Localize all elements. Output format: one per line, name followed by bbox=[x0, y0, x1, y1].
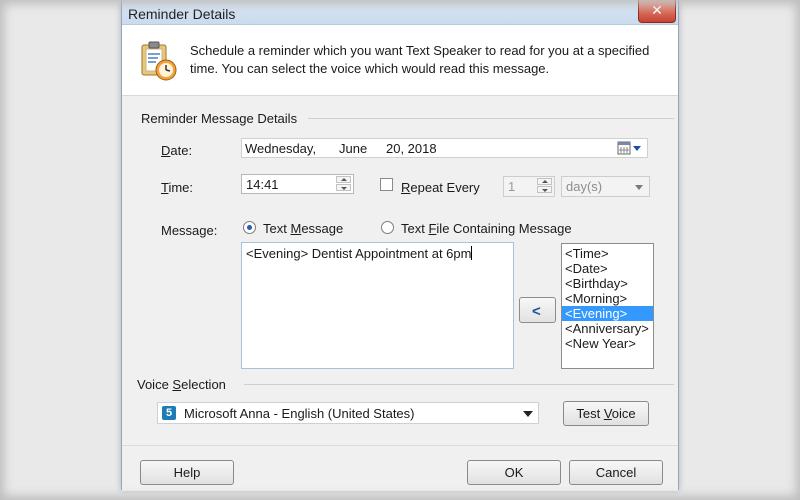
time-spin-up-icon[interactable] bbox=[336, 176, 351, 183]
chevron-down-icon bbox=[635, 185, 643, 190]
date-picker[interactable]: Wednesday, June 20, 2018 bbox=[241, 138, 648, 158]
calendar-dropdown-icon[interactable] bbox=[617, 141, 643, 155]
close-button[interactable]: ✕ bbox=[638, 0, 676, 23]
date-day[interactable]: 20, 2018 bbox=[386, 141, 437, 156]
repeat-every-label[interactable]: Repeat Every bbox=[401, 180, 480, 195]
chevron-left-icon: < bbox=[532, 303, 541, 320]
cancel-button[interactable]: Cancel bbox=[569, 460, 663, 485]
time-spinner[interactable] bbox=[336, 176, 352, 192]
message-text[interactable]: <Evening> Dentist Appointment at 6pm bbox=[246, 246, 471, 261]
date-weekday[interactable]: Wednesday, bbox=[245, 141, 316, 156]
repeat-every-checkbox[interactable] bbox=[380, 178, 393, 191]
ok-button[interactable]: OK bbox=[467, 460, 561, 485]
dialog-footer: Help OK Cancel bbox=[122, 445, 678, 491]
voice-section-label: Voice Selection bbox=[137, 377, 226, 392]
repeat-unit-value: day(s) bbox=[566, 179, 603, 194]
message-label: Message: bbox=[161, 223, 218, 238]
tag-list-item[interactable]: <Anniversary> bbox=[562, 321, 653, 336]
tag-list[interactable]: <Time> <Date> <Birthday> <Morning> <Even… bbox=[561, 243, 654, 369]
time-spin-down-icon[interactable] bbox=[336, 184, 351, 191]
clipboard-clock-icon bbox=[141, 41, 177, 81]
repeat-spin-up-icon[interactable] bbox=[537, 178, 552, 185]
time-value[interactable]: 14:41 bbox=[246, 177, 279, 192]
tag-list-item[interactable]: <New Year> bbox=[562, 336, 653, 351]
text-file-radio[interactable] bbox=[381, 221, 394, 234]
message-textarea[interactable]: <Evening> Dentist Appointment at 6pm bbox=[241, 242, 514, 369]
selected-voice: Microsoft Anna - English (United States) bbox=[184, 406, 415, 421]
help-button[interactable]: Help bbox=[140, 460, 234, 485]
repeat-unit-select[interactable]: day(s) bbox=[561, 176, 650, 197]
close-icon: ✕ bbox=[651, 2, 663, 18]
window-title: Reminder Details bbox=[128, 6, 236, 22]
tag-list-item[interactable]: <Birthday> bbox=[562, 276, 653, 291]
text-file-radio-label[interactable]: Text File Containing Message bbox=[401, 221, 572, 236]
time-label: Time: bbox=[161, 180, 194, 195]
dialog-header: Schedule a reminder which you want Text … bbox=[122, 25, 678, 96]
repeat-spinner[interactable] bbox=[537, 178, 553, 194]
tag-list-item-selected[interactable]: <Evening> bbox=[562, 306, 653, 321]
repeat-count-value: 1 bbox=[508, 179, 516, 194]
title-bar[interactable]: Reminder Details ✕ bbox=[122, 0, 678, 25]
date-label: Date: bbox=[161, 143, 193, 158]
repeat-spin-down-icon[interactable] bbox=[537, 186, 552, 193]
voice-select[interactable]: 5 Microsoft Anna - English (United State… bbox=[157, 402, 539, 424]
test-voice-button[interactable]: Test Voice bbox=[563, 401, 649, 426]
text-caret bbox=[471, 246, 473, 260]
chevron-down-icon bbox=[523, 411, 533, 417]
tag-list-item[interactable]: <Morning> bbox=[562, 291, 653, 306]
text-message-radio[interactable] bbox=[243, 221, 256, 234]
time-input[interactable]: 14:41 bbox=[241, 174, 354, 194]
insert-tag-button[interactable]: < bbox=[519, 297, 556, 323]
repeat-count-stepper[interactable]: 1 bbox=[503, 176, 555, 197]
reminder-details-dialog: Reminder Details ✕ Schedule a reminder w… bbox=[121, 0, 679, 491]
header-description: Schedule a reminder which you want Text … bbox=[190, 43, 650, 76]
reminder-section-label: Reminder Message Details bbox=[141, 111, 298, 126]
voice-section-divider bbox=[244, 384, 674, 385]
text-message-radio-label[interactable]: Text Message bbox=[263, 221, 343, 236]
voice-engine-icon: 5 bbox=[162, 406, 176, 420]
tag-list-item[interactable]: <Time> bbox=[562, 246, 653, 261]
section-divider bbox=[308, 118, 674, 119]
date-month[interactable]: June bbox=[339, 141, 367, 156]
tag-list-item[interactable]: <Date> bbox=[562, 261, 653, 276]
